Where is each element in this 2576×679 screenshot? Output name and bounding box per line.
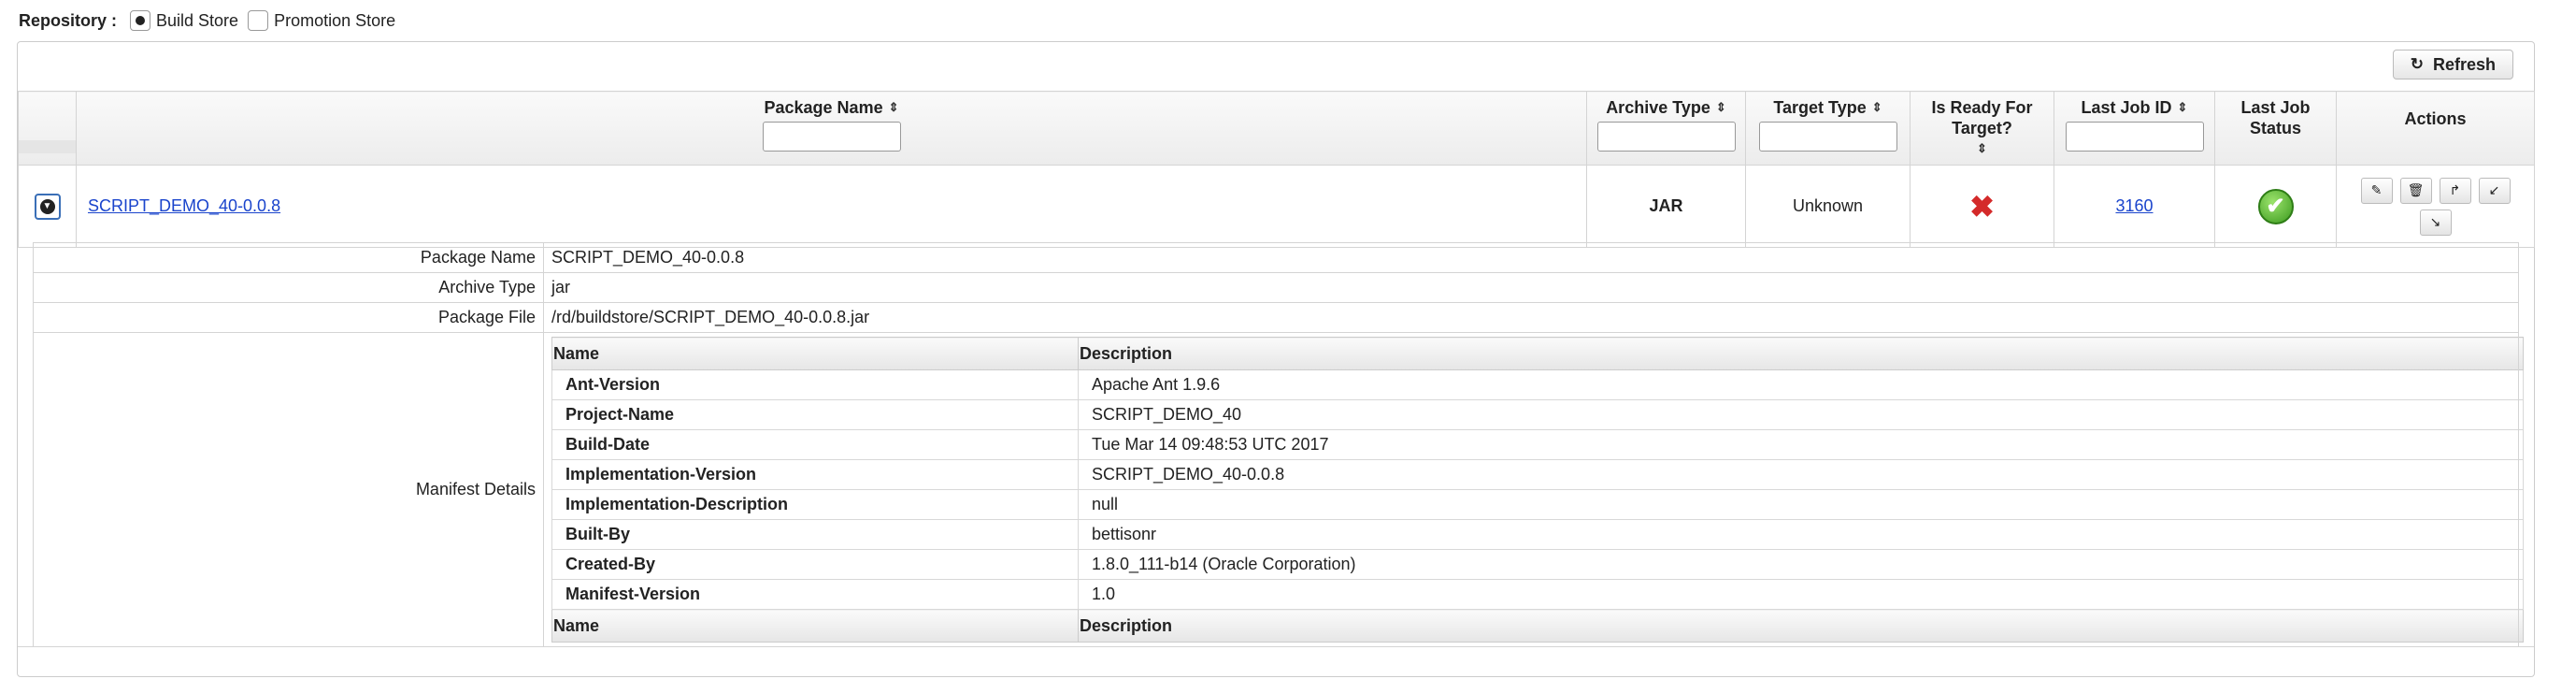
is-ready-header[interactable]: Is Ready For Target? ⇕	[1910, 91, 2054, 166]
manifest-value: null	[1078, 489, 2524, 520]
manifest-key: Manifest-Version	[551, 579, 1079, 610]
packages-table: Package Name ⇕ Archive Type ⇕ Target Type ⇕…	[18, 91, 2535, 248]
manifest-key: Ant-Version	[551, 369, 1079, 400]
sort-icon[interactable]: ⇕	[1716, 97, 1726, 118]
detail-value: /rd/buildstore/SCRIPT_DEMO_40-0.0.8.jar	[543, 302, 2519, 333]
edit-icon: ✎	[2370, 182, 2383, 197]
package-name-link[interactable]: SCRIPT_DEMO_40-0.0.8	[88, 196, 280, 215]
download-icon: ↘	[2429, 214, 2441, 229]
manifest-table: Name Description Ant-Version Apache Ant 1…	[551, 337, 2524, 643]
download-button[interactable]: ↘	[2419, 209, 2452, 236]
archive-type-header[interactable]: Archive Type ⇕	[1586, 91, 1746, 166]
promote-button[interactable]: ↱	[2439, 177, 2471, 204]
repository-selector: Repository : Build Store Promotion Store	[19, 7, 399, 34]
manifest-row: Implementation-Description null	[551, 489, 2524, 520]
row-actions: ✎ 🗑 ↱ ↙ ↘	[2356, 177, 2515, 236]
manifest-name-footer: Name	[551, 609, 1079, 643]
package-name-filter[interactable]	[762, 122, 901, 152]
manifest-key: Project-Name	[551, 399, 1079, 430]
manifest-value: Tue Mar 14 09:48:53 UTC 2017	[1078, 429, 2524, 460]
manifest-value: 1.0	[1078, 579, 2524, 610]
build-store-radio[interactable]	[130, 10, 151, 31]
manifest-description-footer: Description	[1078, 609, 2524, 643]
sort-icon[interactable]: ⇕	[2178, 97, 2188, 118]
promotion-store-label[interactable]: Promotion Store	[274, 11, 395, 31]
edit-button[interactable]: ✎	[2360, 177, 2393, 204]
build-store-label[interactable]: Build Store	[156, 11, 238, 31]
promote-icon: ↱	[2449, 182, 2461, 197]
manifest-name-header: Name	[551, 337, 1079, 370]
detail-value: jar	[543, 272, 2519, 303]
manifest-row: Manifest-Version 1.0	[551, 579, 2524, 610]
table-row: ▼ SCRIPT_DEMO_40-0.0.8 JAR Unknown ✖ 316…	[18, 165, 2535, 248]
next-table-row	[18, 646, 2534, 679]
actions-header: Actions	[2336, 91, 2535, 166]
expand-row-button[interactable]: ▼	[34, 193, 61, 220]
sort-icon[interactable]: ⇕	[1977, 138, 1987, 159]
manifest-value: SCRIPT_DEMO_40-0.0.8	[1078, 459, 2524, 490]
chevron-down-icon: ▼	[39, 198, 55, 214]
manifest-row: Implementation-Version SCRIPT_DEMO_40-0.0…	[551, 459, 2524, 490]
last-job-id-header[interactable]: Last Job ID ⇕	[2054, 91, 2215, 166]
refresh-button[interactable]: ↻ Refresh	[2392, 50, 2513, 79]
archive-type-filter[interactable]	[1596, 122, 1736, 152]
refresh-label: Refresh	[2432, 54, 2496, 74]
package-details: Package Name SCRIPT_DEMO_40-0.0.8 Archiv…	[33, 242, 2524, 647]
success-icon: ✔	[2257, 188, 2294, 224]
target-type-filter[interactable]	[1758, 122, 1897, 152]
deploy-icon: ↙	[2488, 182, 2500, 197]
delete-button[interactable]: 🗑	[2399, 177, 2432, 204]
detail-label: Package Name	[33, 242, 544, 273]
package-name-header[interactable]: Package Name ⇕	[76, 91, 1587, 166]
refresh-icon: ↻	[2410, 55, 2424, 73]
manifest-row: Project-Name SCRIPT_DEMO_40	[551, 399, 2524, 430]
not-ready-icon: ✖	[1969, 189, 1995, 224]
manifest-description-header: Description	[1078, 337, 2524, 370]
manifest-row: Ant-Version Apache Ant 1.9.6	[551, 369, 2524, 400]
target-type-cell: Unknown	[1745, 165, 1911, 248]
promotion-store-radio[interactable]	[248, 10, 269, 31]
target-type-header[interactable]: Target Type ⇕	[1745, 91, 1911, 166]
detail-label: Manifest Details	[33, 332, 544, 647]
repository-label: Repository :	[19, 10, 118, 30]
detail-label: Package File	[33, 302, 544, 333]
manifest-value: Apache Ant 1.9.6	[1078, 369, 2524, 400]
manifest-row: Created-By 1.8.0_111-b14 (Oracle Corporat…	[551, 549, 2524, 580]
manifest-key: Created-By	[551, 549, 1079, 580]
last-job-id-filter[interactable]	[2065, 122, 2204, 152]
last-job-id-link[interactable]: 3160	[2115, 196, 2153, 215]
manifest-row: Built-By bettisonr	[551, 519, 2524, 550]
delete-icon: 🗑	[2407, 182, 2425, 197]
manifest-key: Build-Date	[551, 429, 1079, 460]
detail-value: SCRIPT_DEMO_40-0.0.8	[543, 242, 2519, 273]
sort-icon[interactable]: ⇕	[1872, 97, 1882, 118]
manifest-value: 1.8.0_111-b14 (Oracle Corporation)	[1078, 549, 2524, 580]
manifest-value: bettisonr	[1078, 519, 2524, 550]
archive-type-cell: JAR	[1586, 165, 1746, 248]
deploy-button[interactable]: ↙	[2478, 177, 2511, 204]
expand-column-header	[18, 91, 77, 166]
manifest-key: Built-By	[551, 519, 1079, 550]
last-job-status-header: Last Job Status	[2214, 91, 2337, 166]
manifest-key: Implementation-Version	[551, 459, 1079, 490]
manifest-key: Implementation-Description	[551, 489, 1079, 520]
manifest-value: SCRIPT_DEMO_40	[1078, 399, 2524, 430]
manifest-row: Build-Date Tue Mar 14 09:48:53 UTC 2017	[551, 429, 2524, 460]
detail-label: Archive Type	[33, 272, 544, 303]
sort-icon[interactable]: ⇕	[889, 97, 899, 118]
packages-panel: ↻ Refresh Package Name ⇕ Archive Type ⇕ Ta…	[17, 41, 2535, 677]
